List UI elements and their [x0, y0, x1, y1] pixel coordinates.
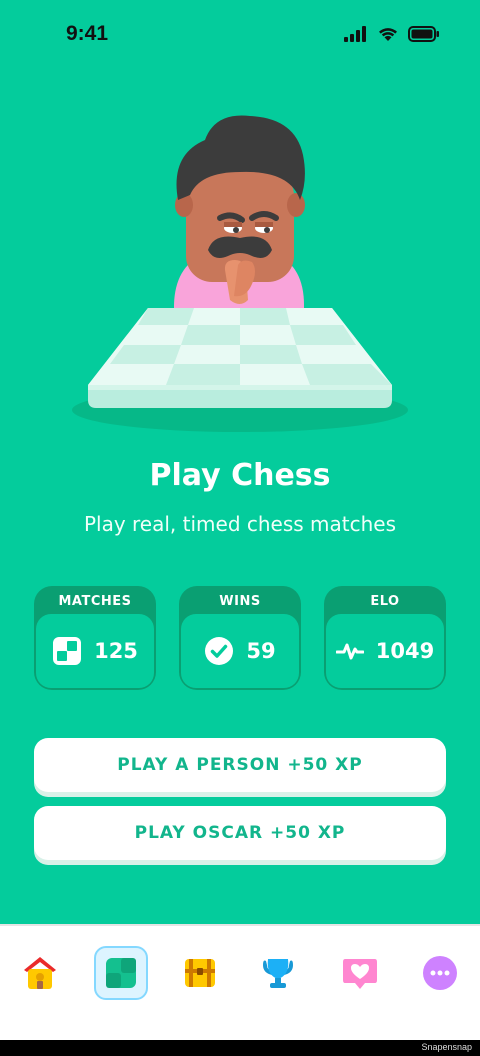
- check-circle-icon: [204, 636, 234, 666]
- status-time: 9:41: [66, 22, 109, 45]
- home-icon: [24, 957, 56, 989]
- signal-icon: [344, 26, 366, 42]
- stat-label: ELO: [370, 594, 400, 609]
- tab-home[interactable]: [13, 946, 67, 1000]
- tab-friends[interactable]: [333, 946, 387, 1000]
- chess-board-icon: [106, 958, 136, 988]
- footer-label: Snapensnap: [421, 1042, 472, 1052]
- tab-chess[interactable]: [94, 946, 148, 1000]
- footer-strip: Snapensnap: [0, 1040, 480, 1056]
- status-bar: 9:41: [0, 0, 480, 70]
- stat-value: 59: [246, 639, 276, 663]
- heart-message-icon: [343, 959, 377, 989]
- stat-label: WINS: [219, 594, 261, 609]
- more-icon: [423, 956, 457, 990]
- battery-icon: [408, 26, 439, 42]
- pulse-icon: [335, 640, 364, 662]
- bottom-tab-bar: [0, 924, 480, 1040]
- play-person-button[interactable]: PLAY A PERSON +50 XP: [34, 738, 446, 792]
- page-subtitle: Play real, timed chess matches: [83, 512, 397, 536]
- tab-quests[interactable]: [173, 946, 227, 1000]
- status-icons: [344, 26, 440, 42]
- stat-value: 125: [94, 639, 138, 663]
- chessboard-icon: [52, 636, 82, 666]
- treasure-chest-icon: [185, 959, 215, 987]
- tab-more[interactable]: [413, 946, 467, 1000]
- oscar-chess-illustration: [72, 115, 408, 432]
- stat-label: MATCHES: [58, 594, 132, 609]
- stat-value: 1049: [375, 639, 435, 663]
- stat-card-matches: MATCHES 125: [34, 586, 156, 690]
- stat-card-elo: ELO 1049: [324, 586, 446, 690]
- play-oscar-button[interactable]: PLAY OSCAR +50 XP: [34, 806, 446, 860]
- tab-leagues[interactable]: [251, 946, 305, 1000]
- wifi-icon: [379, 28, 397, 41]
- trophy-icon: [263, 959, 293, 988]
- stat-card-wins: WINS 59: [179, 586, 301, 690]
- page-title: Play Chess: [149, 458, 331, 493]
